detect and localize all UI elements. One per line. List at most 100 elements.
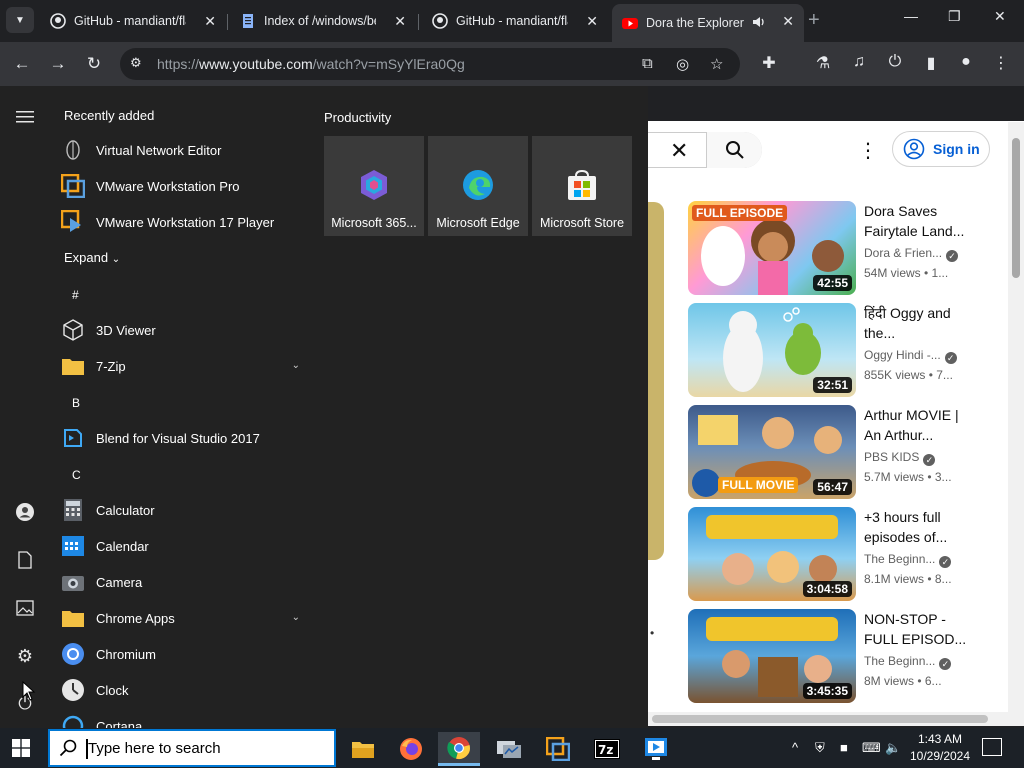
scrollbar-thumb[interactable] xyxy=(1012,138,1020,278)
video-thumbnail[interactable]: FULL MOVIE 56:47 xyxy=(688,405,856,499)
tab-index[interactable]: Index of /windows/be ✕ xyxy=(230,4,416,38)
app-calendar[interactable]: Calendar xyxy=(60,528,310,564)
section-letter-c[interactable]: C xyxy=(72,468,81,482)
app-vmware-workstation-player[interactable]: VMware Workstation 17 Player xyxy=(60,204,310,240)
section-letter-hash[interactable]: # xyxy=(72,288,79,302)
documents-button[interactable] xyxy=(12,547,38,573)
restore-button[interactable]: ❐ xyxy=(948,8,961,25)
video-thumbnail[interactable]: 3:45:35 xyxy=(688,609,856,703)
address-bar[interactable]: ⚙ https://www.youtube.com/watch?v=mSyYlE… xyxy=(120,48,740,80)
channel-name[interactable]: Oggy Hindi -... ✓ xyxy=(864,348,957,364)
taskbar-chrome[interactable] xyxy=(438,732,480,766)
channel-name[interactable]: The Beginn... ✓ xyxy=(864,552,952,568)
app-blend-visual-studio[interactable]: Blend for Visual Studio 2017 xyxy=(60,420,310,456)
app-7-zip-folder[interactable]: 7-Zip ⌄ xyxy=(60,348,310,384)
minimize-button[interactable]: — xyxy=(904,8,918,24)
menu-dots-icon[interactable]: ⋮ xyxy=(990,53,1012,75)
horizontal-scrollbar[interactable] xyxy=(648,712,1008,726)
recommended-video[interactable]: FULL MOVIE 56:47 Arthur MOVIE | An Arthu… xyxy=(688,405,1008,499)
network-icon[interactable]: ⌨ xyxy=(862,740,881,756)
section-letter-b[interactable]: B xyxy=(72,396,80,410)
vpn-status-icon[interactable]: ■ xyxy=(840,740,848,755)
show-hidden-icons-chevron[interactable]: ^ xyxy=(792,740,798,755)
app-chromium[interactable]: Chromium xyxy=(60,636,310,672)
sign-in-button[interactable]: Sign in xyxy=(892,131,990,167)
taskbar-network-app[interactable] xyxy=(488,732,530,766)
recommended-video[interactable]: 32:51 हिंदी Oggy and the... Oggy Hindi -… xyxy=(688,303,1008,397)
expand-button[interactable]: Expand ⌄ xyxy=(64,250,120,265)
channel-name[interactable]: PBS KIDS ✓ xyxy=(864,450,936,466)
app-calculator[interactable]: Calculator xyxy=(60,492,310,528)
channel-name[interactable]: The Beginn... ✓ xyxy=(864,654,952,670)
app-vmware-workstation-pro[interactable]: VMware Workstation Pro xyxy=(60,168,310,204)
user-account-button[interactable] xyxy=(12,499,38,525)
taskbar-vmware[interactable] xyxy=(537,732,579,766)
security-icon[interactable]: ⛨ xyxy=(815,740,825,756)
video-thumbnail[interactable]: 32:51 xyxy=(688,303,856,397)
back-button[interactable]: ← xyxy=(10,52,34,76)
side-panel-icon[interactable]: ▮ xyxy=(920,53,942,75)
eye-off-icon[interactable]: ◎ xyxy=(676,55,689,73)
hamburger-menu-button[interactable] xyxy=(12,104,38,130)
video-title[interactable]: NON-STOP - FULL EPISOD... xyxy=(864,609,976,649)
more-options-icon[interactable]: ⋮ xyxy=(858,138,878,163)
tab-github-1[interactable]: GitHub - mandiant/fla ✕ xyxy=(40,4,226,38)
app-camera[interactable]: Camera xyxy=(60,564,310,600)
taskbar-vmware-player[interactable] xyxy=(636,732,678,766)
taskbar-7zip[interactable]: 7z xyxy=(586,732,628,766)
notification-center-icon[interactable] xyxy=(982,738,1002,756)
reload-button[interactable]: ↻ xyxy=(82,52,106,76)
close-window-button[interactable]: ✕ xyxy=(994,8,1006,25)
media-queue-icon[interactable]: ♫ xyxy=(848,53,870,75)
settings-button[interactable]: ⚙ xyxy=(12,643,38,669)
video-thumbnail[interactable]: 3:04:58 xyxy=(688,507,856,601)
video-title[interactable]: हिंदी Oggy and the... xyxy=(864,303,976,343)
app-cortana[interactable]: Cortana xyxy=(60,708,310,728)
video-title[interactable]: Arthur MOVIE | An Arthur... xyxy=(864,405,976,445)
taskbar-file-explorer[interactable] xyxy=(342,732,384,766)
scrollbar-thumb[interactable] xyxy=(652,715,988,723)
clear-search-icon[interactable]: ✕ xyxy=(670,138,688,164)
lab-flask-icon[interactable]: ⚗ xyxy=(812,53,834,75)
tab-search-button[interactable]: ▼ xyxy=(6,7,34,33)
tile-microsoft-edge[interactable]: Microsoft Edge xyxy=(428,136,528,236)
profile-icon[interactable]: ● xyxy=(955,53,977,75)
video-title[interactable]: +3 hours full episodes of... xyxy=(864,507,976,547)
taskbar-firefox[interactable] xyxy=(390,732,432,766)
taskbar-search-input[interactable]: Type here to search xyxy=(48,729,336,767)
recommended-video[interactable]: FULL EPISODE 42:55 Dora Saves Fairytale … xyxy=(688,201,1008,295)
app-chrome-apps-folder[interactable]: Chrome Apps ⌄ xyxy=(60,600,310,636)
app-3d-viewer[interactable]: 3D Viewer xyxy=(60,312,310,348)
new-tab-button[interactable]: + xyxy=(808,10,820,30)
video-player-edge[interactable] xyxy=(648,202,664,560)
system-clock[interactable]: 1:43 AM 10/29/2024 xyxy=(908,731,972,765)
close-icon[interactable]: ✕ xyxy=(394,14,406,28)
install-app-icon[interactable]: ⧉ xyxy=(642,55,653,72)
close-icon[interactable]: ✕ xyxy=(782,14,794,28)
recommended-video[interactable]: 3:45:35 NON-STOP - FULL EPISOD... The Be… xyxy=(688,609,1008,703)
speaker-icon[interactable] xyxy=(752,15,766,29)
tab-dora-active[interactable]: Dora the Explorer ✕ xyxy=(612,4,804,42)
vertical-scrollbar[interactable] xyxy=(1008,122,1024,726)
channel-name[interactable]: Dora & Frien... ✓ xyxy=(864,246,959,262)
recommended-video[interactable]: 3:04:58 +3 hours full episodes of... The… xyxy=(688,507,1008,601)
video-title[interactable]: Dora Saves Fairytale Land... xyxy=(864,201,976,241)
app-clock[interactable]: Clock xyxy=(60,672,310,708)
video-thumbnail[interactable]: FULL EPISODE 42:55 xyxy=(688,201,856,295)
tab-github-2[interactable]: GitHub - mandiant/fla ✕ xyxy=(422,4,608,38)
bookmark-star-icon[interactable]: ☆ xyxy=(710,55,723,73)
close-icon[interactable]: ✕ xyxy=(204,14,216,28)
chevron-down-icon[interactable]: ⌄ xyxy=(292,612,300,623)
close-icon[interactable]: ✕ xyxy=(586,14,598,28)
tile-microsoft-365[interactable]: Microsoft 365... xyxy=(324,136,424,236)
chevron-down-icon[interactable]: ⌄ xyxy=(292,360,300,371)
search-button[interactable] xyxy=(706,132,762,168)
forward-button[interactable]: → xyxy=(46,52,70,76)
extensions-icon[interactable]: ✚ xyxy=(758,53,780,75)
tile-microsoft-store[interactable]: Microsoft Store xyxy=(532,136,632,236)
windows-start-icon[interactable] xyxy=(12,739,30,757)
volume-muted-icon[interactable]: 🔈 xyxy=(885,740,901,756)
app-virtual-network-editor[interactable]: Virtual Network Editor xyxy=(60,132,310,168)
site-info-icon[interactable]: ⚙ xyxy=(130,55,148,73)
power-icon[interactable]: ⏻ xyxy=(884,53,906,75)
